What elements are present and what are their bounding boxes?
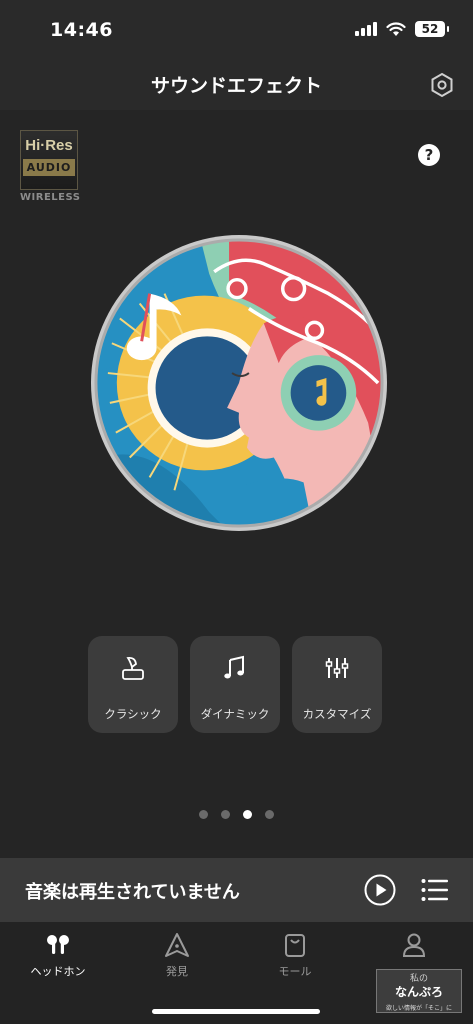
page-dot[interactable]	[199, 810, 208, 819]
tab-profile[interactable]	[369, 932, 459, 963]
tab-label: モール	[278, 965, 312, 978]
page-dot[interactable]	[221, 810, 230, 819]
status-time: 14:46	[50, 19, 113, 41]
person-icon	[402, 933, 426, 957]
preset-label: カスタマイズ	[302, 707, 372, 721]
playlist-icon[interactable]	[421, 878, 448, 902]
nav-bar: サウンドエフェクト	[0, 60, 473, 110]
hires-audio-logo: Hi·Res AUDIO WIRELESS	[20, 130, 81, 203]
earbuds-icon	[47, 935, 69, 954]
tab-label: 発見	[166, 965, 188, 978]
preset-label: クラシック	[104, 707, 162, 721]
sound-effect-artwork[interactable]	[90, 234, 388, 532]
settings-hexagon-icon[interactable]	[429, 72, 455, 98]
hires-logo-bottom: AUDIO	[23, 159, 75, 176]
page-title: サウンドエフェクト	[150, 75, 322, 97]
gramophone-icon	[122, 656, 144, 680]
status-icons: 52	[355, 21, 449, 37]
sound-effect-panel: Hi·Res AUDIO WIRELESS ? クラシック ダイナミック カスタ…	[0, 110, 473, 858]
mini-player[interactable]: 音楽は再生されていません	[0, 858, 473, 922]
tab-mall[interactable]: モール	[250, 932, 340, 979]
equalizer-sliders-icon	[325, 658, 349, 678]
hires-logo-sub: WIRELESS	[20, 192, 81, 203]
music-note-icon	[224, 655, 244, 679]
home-indicator	[152, 1009, 320, 1014]
preset-dynamic-button[interactable]: ダイナミック	[190, 636, 280, 733]
page-dot[interactable]	[265, 810, 274, 819]
help-button[interactable]: ?	[418, 144, 440, 166]
preset-classic-button[interactable]: クラシック	[88, 636, 178, 733]
preset-buttons: クラシック ダイナミック カスタマイズ	[88, 636, 382, 733]
shopping-bag-icon	[285, 934, 305, 957]
page-dot-active[interactable]	[243, 810, 252, 819]
watermark-main: なんぷろ	[394, 985, 443, 999]
tab-discover[interactable]: 発見	[132, 932, 222, 979]
battery-icon: 52	[415, 21, 449, 37]
tab-headphones[interactable]: ヘッドホン	[13, 932, 103, 979]
play-circle-icon[interactable]	[364, 874, 396, 906]
page-indicator[interactable]	[199, 810, 274, 819]
status-bar: 14:46 52	[0, 0, 473, 60]
tab-label: ヘッドホン	[30, 965, 86, 978]
preset-label: ダイナミック	[200, 707, 270, 721]
hires-logo-top: Hi·Res	[25, 137, 73, 154]
watermark-sub: 欲しい情報が「そこ」に	[385, 1005, 452, 1012]
wifi-icon	[386, 21, 406, 36]
compass-icon	[165, 933, 189, 957]
watermark-stamp: 私の なんぷろ 欲しい情報が「そこ」に	[376, 969, 462, 1013]
cellular-signal-icon	[355, 22, 377, 36]
player-status-text: 音楽は再生されていません	[25, 882, 240, 903]
preset-customize-button[interactable]: カスタマイズ	[292, 636, 382, 733]
